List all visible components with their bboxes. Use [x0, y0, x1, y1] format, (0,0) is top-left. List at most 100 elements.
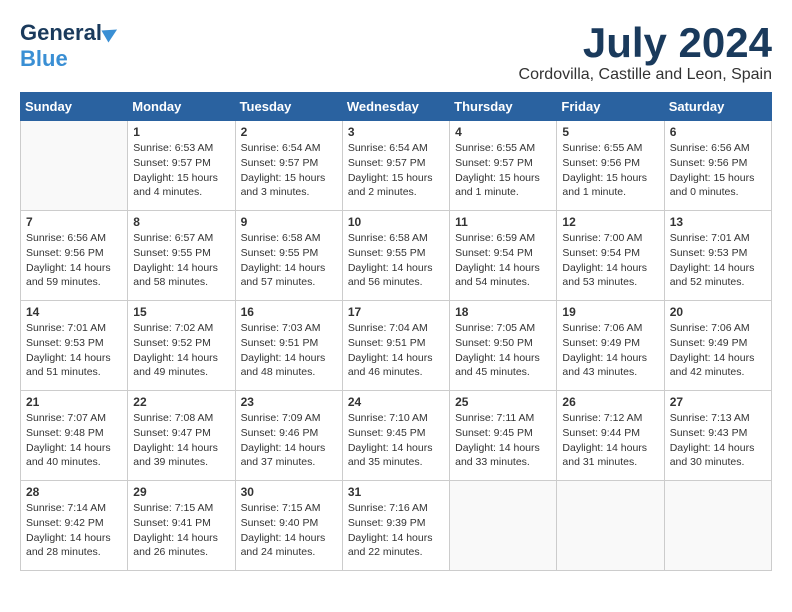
calendar-cell: 7 Sunrise: 6:56 AM Sunset: 9:56 PM Daylight…: [21, 211, 128, 301]
calendar-cell: 22 Sunrise: 7:08 AMSunset: 9:47 PMDayligh…: [128, 391, 235, 481]
day-number: 3: [348, 125, 444, 139]
calendar-cell: 2 Sunrise: 6:54 AMSunset: 9:57 PMDaylight…: [235, 121, 342, 211]
calendar-week-row: 1Sunrise: 6:53 AMSunset: 9:57 PMDaylight…: [21, 121, 772, 211]
sunrise-text: Sunrise: 7:16 AM: [348, 502, 428, 514]
daylight-text: Daylight: 14 hours and 56 minutes.: [348, 262, 433, 289]
sunset-text: Sunset: 9:39 PM: [348, 517, 426, 529]
day-number: 2: [241, 125, 337, 139]
calendar-cell: 31 Sunrise: 7:16 AM Sunset: 9:39 PM Dayligh…: [342, 481, 449, 571]
daylight-text: Daylight: 14 hours and 39 minutes.: [133, 442, 218, 469]
daylight-text: Daylight: 14 hours and 58 minutes.: [133, 262, 218, 289]
sunrise-text: Sunrise: 7:10 AM: [348, 412, 428, 424]
logo-general-text: General: [20, 20, 102, 46]
sunrise-text: Sunrise: 6:58 AM: [348, 232, 428, 244]
cell-data: Sunrise: 6:58 AMSunset: 9:55 PMDaylight:…: [348, 231, 444, 290]
day-number: 31: [348, 485, 444, 499]
calendar-cell: [21, 121, 128, 211]
calendar-cell: 19Sunrise: 7:06 AMSunset: 9:49 PMDayligh…: [557, 301, 664, 391]
daylight-text: Daylight: 14 hours and 57 minutes.: [241, 262, 326, 289]
cell-data: Sunrise: 7:08 AMSunset: 9:47 PMDaylight:…: [133, 411, 229, 470]
daylight-text: Daylight: 14 hours and 35 minutes.: [348, 442, 433, 469]
sunrise-text: Sunrise: 7:07 AM: [26, 412, 106, 424]
daylight-text: Daylight: 14 hours and 31 minutes.: [562, 442, 647, 469]
sunset-text: Sunset: 9:57 PM: [241, 157, 319, 169]
cell-data: Sunrise: 7:09 AMSunset: 9:46 PMDaylight:…: [241, 411, 337, 470]
logo-arrow-icon: [101, 23, 120, 42]
calendar-cell: 11Sunrise: 6:59 AMSunset: 9:54 PMDayligh…: [450, 211, 557, 301]
daylight-text: Daylight: 14 hours and 40 minutes.: [26, 442, 111, 469]
sunrise-text: Sunrise: 6:56 AM: [26, 232, 106, 244]
daylight-text: Daylight: 14 hours and 28 minutes.: [26, 532, 111, 559]
daylight-text: Daylight: 14 hours and 30 minutes.: [670, 442, 755, 469]
sunset-text: Sunset: 9:44 PM: [562, 427, 640, 439]
daylight-text: Daylight: 14 hours and 52 minutes.: [670, 262, 755, 289]
cell-data: Sunrise: 7:00 AMSunset: 9:54 PMDaylight:…: [562, 231, 658, 290]
logo-blue-text: Blue: [20, 46, 118, 72]
sunset-text: Sunset: 9:56 PM: [26, 247, 104, 259]
sunset-text: Sunset: 9:46 PM: [241, 427, 319, 439]
cell-data: Sunrise: 7:10 AMSunset: 9:45 PMDaylight:…: [348, 411, 444, 470]
calendar-cell: 23 Sunrise: 7:09 AMSunset: 9:46 PMDayligh…: [235, 391, 342, 481]
sunset-text: Sunset: 9:52 PM: [133, 337, 211, 349]
daylight-text: Daylight: 14 hours and 59 minutes.: [26, 262, 111, 289]
cell-data: Sunrise: 7:01 AMSunset: 9:53 PMDaylight:…: [670, 231, 766, 290]
daylight-text: Daylight: 15 hours and 1 minute.: [455, 172, 540, 199]
calendar-cell: 26Sunrise: 7:12 AMSunset: 9:44 PMDayligh…: [557, 391, 664, 481]
sunset-text: Sunset: 9:49 PM: [562, 337, 640, 349]
daylight-text: Daylight: 15 hours and 2 minutes.: [348, 172, 433, 199]
month-title: July 2024: [519, 20, 772, 66]
day-number: 16: [241, 305, 337, 319]
calendar-cell: [664, 481, 771, 571]
cell-data: Sunrise: 7:15 AMSunset: 9:40 PMDaylight:…: [241, 501, 337, 560]
cell-data: Sunrise: 7:16 AM Sunset: 9:39 PM Daylight:…: [348, 501, 444, 560]
location-text: Cordovilla, Castille and Leon, Spain: [519, 66, 772, 84]
day-number: 18: [455, 305, 551, 319]
cell-data: Sunrise: 6:56 AMSunset: 9:56 PMDaylight:…: [670, 141, 766, 200]
sunset-text: Sunset: 9:53 PM: [26, 337, 104, 349]
sunset-text: Sunset: 9:57 PM: [348, 157, 426, 169]
sunrise-text: Sunrise: 7:02 AM: [133, 322, 213, 334]
day-number: 25: [455, 395, 551, 409]
calendar-cell: 3Sunrise: 6:54 AMSunset: 9:57 PMDaylight…: [342, 121, 449, 211]
sunrise-text: Sunrise: 6:55 AM: [455, 142, 535, 154]
calendar-table: SundayMondayTuesdayWednesdayThursdayFrid…: [20, 92, 772, 571]
calendar-cell: 27 Sunrise: 7:13 AMSunset: 9:43 PMDayligh…: [664, 391, 771, 481]
daylight-text: Daylight: 14 hours and 24 minutes.: [241, 532, 326, 559]
daylight-text: Daylight: 15 hours and 0 minutes.: [670, 172, 755, 199]
calendar-cell: 15Sunrise: 7:02 AMSunset: 9:52 PMDayligh…: [128, 301, 235, 391]
sunset-text: Sunset: 9:53 PM: [670, 247, 748, 259]
sunrise-text: Sunrise: 7:12 AM: [562, 412, 642, 424]
sunrise-text: Sunrise: 6:53 AM: [133, 142, 213, 154]
sunrise-text: Sunrise: 7:14 AM: [26, 502, 106, 514]
cell-data: Sunrise: 7:12 AM Sunset: 9:44 PM Daylight:…: [562, 411, 658, 470]
day-number: 11: [455, 215, 551, 229]
daylight-text: Daylight: 14 hours and 46 minutes.: [348, 352, 433, 379]
day-number: 24: [348, 395, 444, 409]
daylight-text: Daylight: 14 hours and 43 minutes.: [562, 352, 647, 379]
daylight-text: Daylight: 14 hours and 22 minutes.: [348, 532, 433, 559]
cell-data: Sunrise: 7:06 AMSunset: 9:49 PMDaylight:…: [670, 321, 766, 380]
day-number: 10: [348, 215, 444, 229]
day-number: 27: [670, 395, 766, 409]
day-number: 23: [241, 395, 337, 409]
cell-data: Sunrise: 7:11 AMSunset: 9:45 PMDaylight:…: [455, 411, 551, 470]
calendar-cell: 1Sunrise: 6:53 AMSunset: 9:57 PMDaylight…: [128, 121, 235, 211]
sunset-text: Sunset: 9:50 PM: [455, 337, 533, 349]
cell-data: Sunrise: 7:13 AMSunset: 9:43 PMDaylight:…: [670, 411, 766, 470]
sunrise-text: Sunrise: 7:03 AM: [241, 322, 321, 334]
daylight-text: Daylight: 14 hours and 33 minutes.: [455, 442, 540, 469]
day-number: 7: [26, 215, 122, 229]
sunset-text: Sunset: 9:41 PM: [133, 517, 211, 529]
daylight-text: Daylight: 14 hours and 51 minutes.: [26, 352, 111, 379]
day-number: 22: [133, 395, 229, 409]
daylight-text: Daylight: 14 hours and 48 minutes.: [241, 352, 326, 379]
sunset-text: Sunset: 9:51 PM: [241, 337, 319, 349]
calendar-cell: 20Sunrise: 7:06 AMSunset: 9:49 PMDayligh…: [664, 301, 771, 391]
sunrise-text: Sunrise: 7:13 AM: [670, 412, 750, 424]
cell-data: Sunrise: 6:54 AMSunset: 9:57 PMDaylight:…: [241, 141, 337, 200]
logo: General Blue: [20, 20, 118, 72]
calendar-cell: 10 Sunrise: 6:58 AMSunset: 9:55 PMDayligh…: [342, 211, 449, 301]
weekday-header: Tuesday: [235, 93, 342, 121]
calendar-cell: 9Sunrise: 6:58 AMSunset: 9:55 PMDaylight…: [235, 211, 342, 301]
sunset-text: Sunset: 9:40 PM: [241, 517, 319, 529]
